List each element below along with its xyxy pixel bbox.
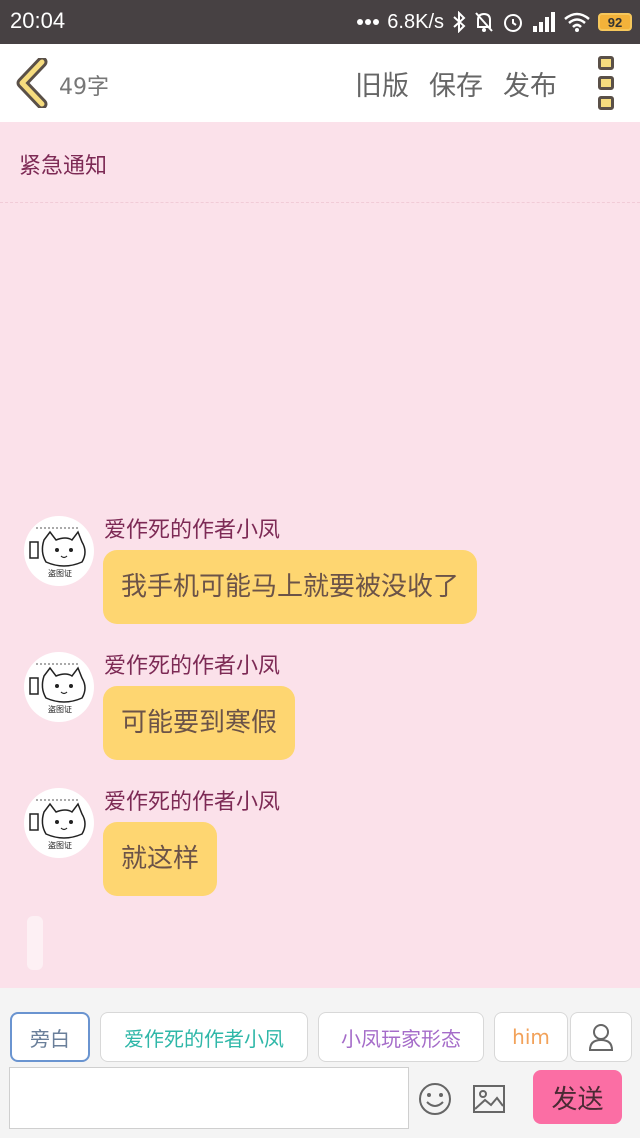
- sender-name: 爱作死的作者小凤: [104, 518, 281, 543]
- wifi-icon: [564, 12, 590, 32]
- role-narrator[interactable]: 旁白: [10, 1012, 90, 1062]
- role-him[interactable]: him: [494, 1012, 568, 1062]
- back-button[interactable]: [14, 56, 54, 110]
- cat-avatar-icon: 盗图证: [29, 663, 86, 714]
- publish-button[interactable]: 发布: [503, 64, 557, 103]
- bluetooth-icon: [452, 11, 466, 33]
- save-button[interactable]: 保存: [429, 64, 483, 103]
- composer-panel: 旁白 爱作死的作者小凤 小凤玩家形态 him 发送: [0, 988, 640, 1138]
- dots-icon: [357, 18, 380, 26]
- smiley-icon[interactable]: [418, 1082, 452, 1116]
- person-icon: [588, 1024, 614, 1051]
- avatar[interactable]: 盗图证: [24, 652, 94, 722]
- signal-icon: [532, 12, 556, 32]
- avatar[interactable]: 盗图证: [24, 788, 94, 858]
- status-time: 20:04: [10, 8, 66, 33]
- add-role-button[interactable]: [570, 1012, 632, 1062]
- battery-icon: 92: [598, 13, 632, 31]
- svg-text:盗图证: 盗图证: [48, 704, 72, 714]
- role-xiaofeng-player[interactable]: 小凤玩家形态: [318, 1012, 484, 1062]
- message-bubble[interactable]: 可能要到寒假: [103, 686, 296, 760]
- story-title[interactable]: 紧急通知: [19, 148, 107, 180]
- message-bubble[interactable]: 就这样: [103, 822, 218, 896]
- insert-cursor[interactable]: [27, 916, 43, 970]
- message-bubble[interactable]: 我手机可能马上就要被没收了: [103, 550, 478, 624]
- more-vertical-icon[interactable]: [594, 56, 618, 110]
- title-divider: [0, 202, 640, 203]
- image-icon[interactable]: [472, 1084, 506, 1114]
- message-input[interactable]: [10, 1068, 408, 1128]
- bell-off-icon: [474, 11, 494, 33]
- status-bar: 20:04 6.8K/s 92: [0, 0, 640, 44]
- char-count: 49字: [59, 75, 109, 100]
- message-input-box[interactable]: [9, 1067, 409, 1129]
- sender-name: 爱作死的作者小凤: [104, 790, 281, 815]
- editor-header: 49字 旧版 保存 发布: [0, 44, 640, 122]
- status-icons: 6.8K/s 92: [357, 8, 632, 36]
- sender-name: 爱作死的作者小凤: [104, 654, 281, 679]
- old-version-button[interactable]: 旧版: [355, 64, 409, 103]
- avatar[interactable]: 盗图证: [24, 516, 94, 586]
- network-speed: 6.8K/s: [387, 10, 444, 33]
- svg-text:盗图证: 盗图证: [48, 840, 72, 850]
- cat-avatar-icon: 盗图证: [29, 799, 86, 850]
- send-button[interactable]: 发送: [533, 1070, 622, 1124]
- chevron-left-icon: [16, 56, 48, 110]
- role-author-xiaofeng[interactable]: 爱作死的作者小凤: [100, 1012, 308, 1062]
- svg-text:盗图证: 盗图证: [48, 568, 72, 578]
- cat-avatar-icon: 盗图证: [29, 527, 86, 578]
- alarm-icon: [502, 11, 524, 33]
